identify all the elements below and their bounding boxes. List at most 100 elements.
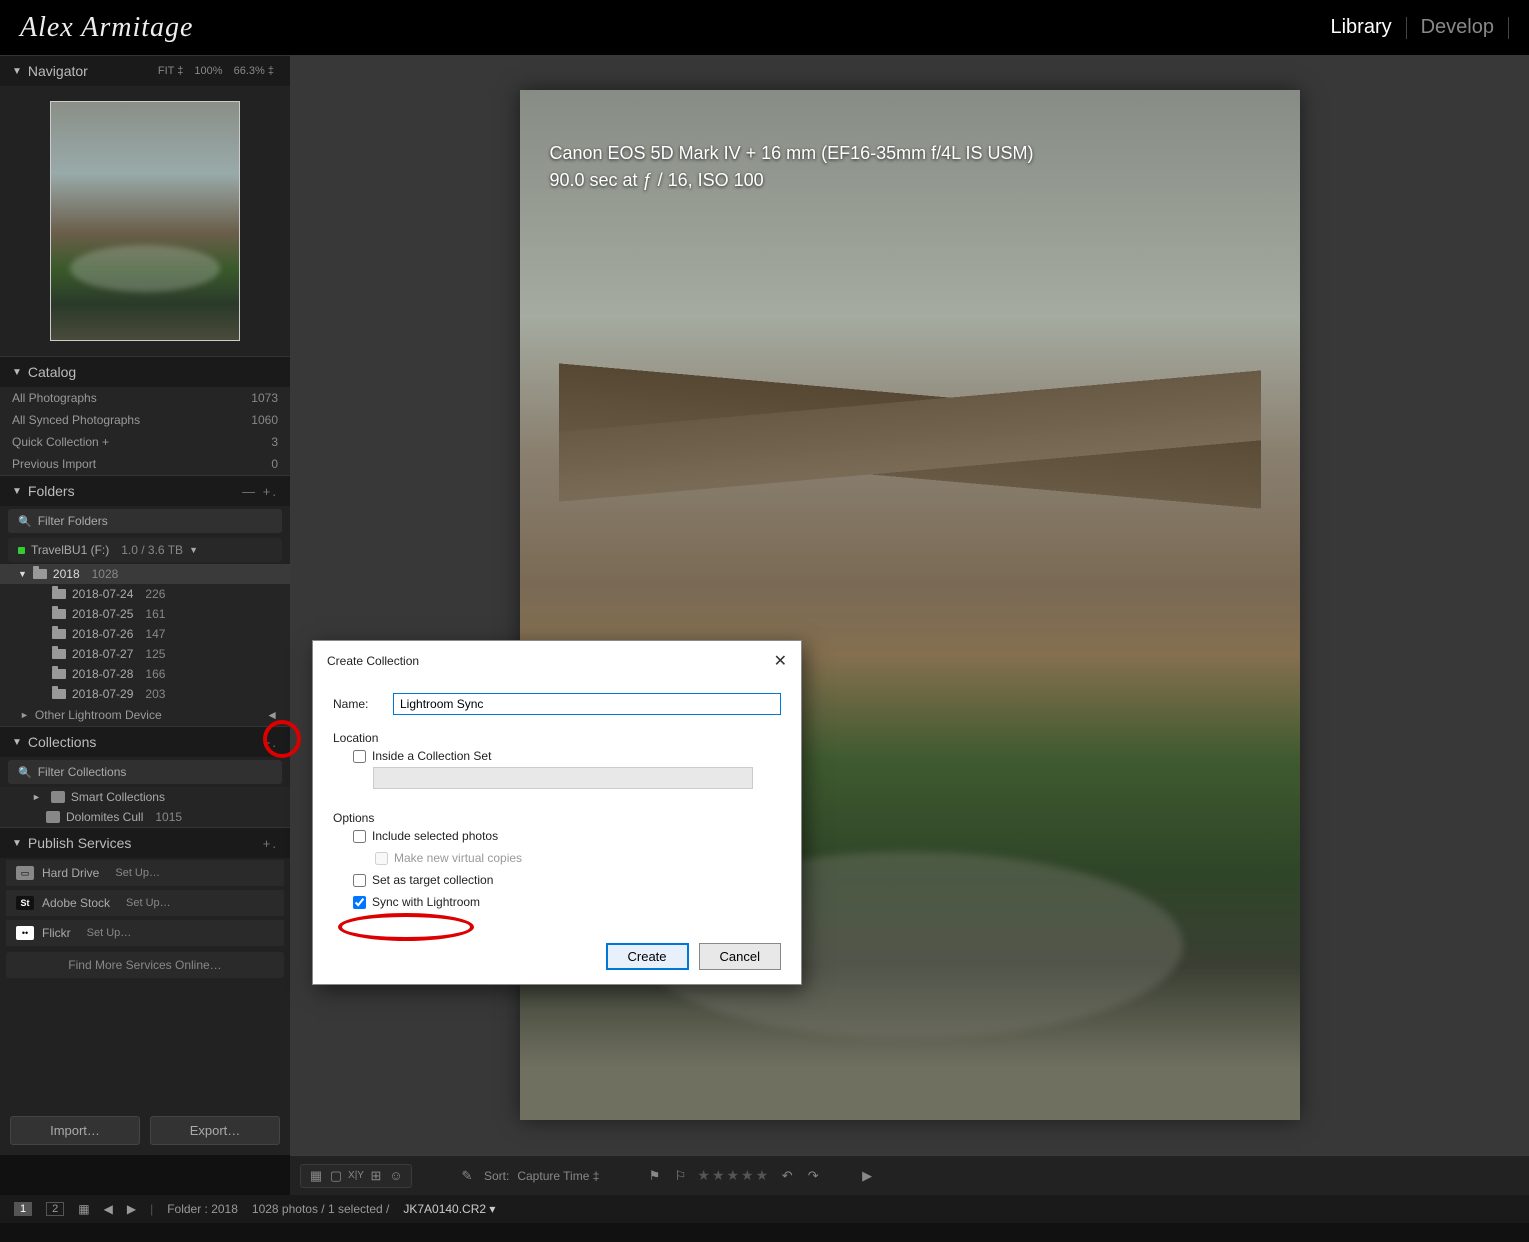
compare-view-icon[interactable]: X|Y — [347, 1168, 365, 1184]
include-photos-checkbox[interactable] — [353, 830, 366, 843]
rotate-ccw-icon[interactable]: ↶ — [778, 1168, 796, 1184]
screen-1-button[interactable]: 1 — [14, 1202, 32, 1216]
navigator-header[interactable]: ▼ Navigator FIT ‡ 100% 66.3% ‡ — [0, 55, 290, 86]
chevron-down-icon: ▼ — [12, 486, 22, 497]
flag-reject-icon[interactable]: ⚐ — [671, 1168, 689, 1184]
folder-header-icons[interactable]: — +. — [242, 484, 278, 499]
export-button[interactable]: Export… — [150, 1116, 280, 1145]
drive-status-icon — [18, 547, 25, 554]
slideshow-icon[interactable]: ▶ — [858, 1168, 876, 1184]
folder-icon — [52, 669, 66, 679]
prev-icon[interactable]: ◀ — [104, 1202, 113, 1216]
folder-row[interactable]: 2018-07-26147 — [0, 624, 290, 644]
inside-set-checkbox[interactable] — [353, 750, 366, 763]
filename-dropdown[interactable]: JK7A0140.CR2 ▾ — [403, 1202, 495, 1216]
catalog-row[interactable]: Quick Collection +3 — [0, 431, 290, 453]
catalog-row[interactable]: Previous Import0 — [0, 453, 290, 475]
tab-develop[interactable]: Develop — [1407, 16, 1508, 39]
sync-lightroom-checkbox[interactable] — [353, 896, 366, 909]
location-section-label: Location — [333, 731, 781, 745]
folder-row[interactable]: 2018-07-25161 — [0, 604, 290, 624]
catalog-row[interactable]: All Photographs1073 — [0, 387, 290, 409]
image-metadata-overlay: Canon EOS 5D Mark IV + 16 mm (EF16-35mm … — [550, 140, 1034, 194]
folder-row[interactable]: 2018-07-28166 — [0, 664, 290, 684]
grid-view-icon[interactable]: ▦ — [307, 1168, 325, 1184]
top-bar: Alex Armitage Library Develop — [0, 0, 1529, 55]
virtual-copies-label: Make new virtual copies — [394, 851, 522, 865]
loupe-view-icon[interactable]: ▢ — [327, 1168, 345, 1184]
catalog-header[interactable]: ▼ Catalog — [0, 356, 290, 387]
tab-library[interactable]: Library — [1316, 16, 1405, 39]
app-logo: Alex Armitage — [20, 12, 193, 44]
setup-link[interactable]: Set Up… — [126, 897, 171, 909]
create-button[interactable]: Create — [606, 943, 689, 970]
flickr-icon: •• — [16, 926, 34, 940]
other-device-row[interactable]: ► Other Lightroom Device ◄ — [0, 704, 290, 726]
image-viewer[interactable]: Canon EOS 5D Mark IV + 16 mm (EF16-35mm … — [290, 55, 1529, 1155]
view-mode-group[interactable]: ▦ ▢ X|Y ⊞ ☺ — [300, 1164, 412, 1188]
dialog-title: Create Collection — [327, 654, 419, 668]
collection-name-input[interactable] — [393, 693, 781, 715]
harddrive-icon: ▭ — [16, 866, 34, 880]
people-view-icon[interactable]: ☺ — [387, 1168, 405, 1184]
search-icon: 🔍 — [18, 515, 32, 528]
collection-icon — [46, 811, 60, 823]
chevron-down-icon: ▼ — [12, 66, 22, 77]
folders-header[interactable]: ▼ Folders — +. — [0, 475, 290, 506]
folder-row[interactable]: 2018-07-27125 — [0, 644, 290, 664]
survey-view-icon[interactable]: ⊞ — [367, 1168, 385, 1184]
filter-folders-input[interactable]: 🔍 Filter Folders — [8, 509, 282, 533]
publish-service-row[interactable]: ▭Hard DriveSet Up… — [6, 860, 284, 886]
navigator-preview[interactable] — [0, 86, 290, 356]
virtual-copies-checkbox — [375, 852, 388, 865]
photo-count: 1028 photos / 1 selected / — [252, 1202, 389, 1216]
painter-icon[interactable]: ✎ — [458, 1168, 476, 1184]
flag-pick-icon[interactable]: ⚑ — [645, 1168, 663, 1184]
close-icon[interactable]: ✕ — [774, 651, 787, 671]
setup-link[interactable]: Set Up… — [115, 867, 160, 879]
folders-title: Folders — [28, 483, 75, 499]
publish-header[interactable]: ▼ Publish Services +. — [0, 827, 290, 858]
folder-icon — [52, 689, 66, 699]
publish-service-row[interactable]: StAdobe StockSet Up… — [6, 890, 284, 916]
navigator-title: Navigator — [28, 63, 88, 79]
folder-row[interactable]: 2018-07-29203 — [0, 684, 290, 704]
rating-stars[interactable]: ★★★★★ — [697, 1167, 770, 1184]
search-icon: 🔍 — [18, 766, 32, 779]
import-button[interactable]: Import… — [10, 1116, 140, 1145]
drive-row[interactable]: TravelBU1 (F:) 1.0 / 3.6 TB ▼ — [8, 538, 282, 562]
collection-row[interactable]: Dolomites Cull1015 — [0, 807, 290, 827]
collections-title: Collections — [28, 734, 96, 750]
collections-header[interactable]: ▼ Collections +. — [0, 726, 290, 757]
cancel-button[interactable]: Cancel — [699, 943, 781, 970]
folder-row-selected[interactable]: ▼ 20181028 — [0, 564, 290, 584]
chevron-right-icon: ► — [20, 710, 29, 720]
target-collection-checkbox[interactable] — [353, 874, 366, 887]
find-more-link[interactable]: Find More Services Online… — [6, 952, 284, 978]
add-collection-button[interactable]: +. — [263, 735, 278, 750]
publish-service-row[interactable]: ••FlickrSet Up… — [6, 920, 284, 946]
folder-icon — [52, 609, 66, 619]
collection-set-select[interactable] — [373, 767, 753, 789]
sort-dropdown[interactable]: Capture Time ‡ — [517, 1169, 599, 1183]
add-publish-button[interactable]: +. — [263, 836, 278, 851]
name-label: Name: — [333, 697, 383, 711]
next-icon[interactable]: ▶ — [127, 1202, 136, 1216]
folder-icon — [33, 569, 47, 579]
folder-path: Folder : 2018 — [167, 1202, 238, 1216]
grid-icon[interactable]: ▦ — [78, 1202, 89, 1216]
folder-row[interactable]: 2018-07-24226 — [0, 584, 290, 604]
catalog-row[interactable]: All Synced Photographs1060 — [0, 409, 290, 431]
zoom-controls[interactable]: FIT ‡ 100% 66.3% ‡ — [154, 65, 278, 77]
smart-collection-icon — [51, 791, 65, 803]
rotate-cw-icon[interactable]: ↷ — [804, 1168, 822, 1184]
chevron-right-icon: ► — [32, 792, 41, 802]
include-photos-label: Include selected photos — [372, 829, 498, 843]
publish-title: Publish Services — [28, 835, 132, 851]
adobestock-icon: St — [16, 896, 34, 910]
filter-collections-input[interactable]: 🔍 Filter Collections — [8, 760, 282, 784]
create-collection-dialog: Create Collection ✕ Name: Location Insid… — [312, 640, 802, 985]
screen-2-button[interactable]: 2 — [46, 1202, 64, 1216]
setup-link[interactable]: Set Up… — [87, 927, 132, 939]
collection-row[interactable]: ► Smart Collections — [0, 787, 290, 807]
